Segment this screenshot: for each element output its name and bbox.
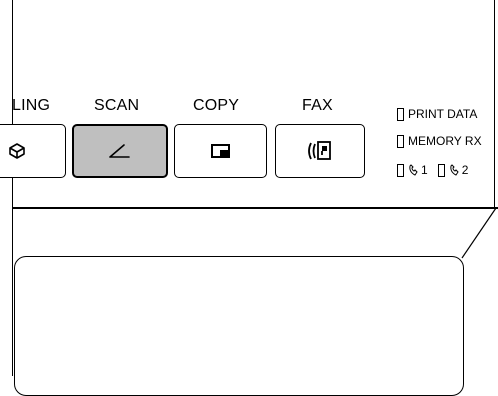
mailbox-icon [9, 143, 25, 159]
phone-handset-icon [409, 164, 418, 176]
panel-right-edge [494, 0, 496, 208]
print-data-lamp [397, 107, 404, 121]
line-1-lamp [397, 163, 404, 177]
memory-rx-label: MEMORY RX [408, 134, 482, 148]
line-2-lamp [437, 163, 445, 177]
memory-rx-lamp [397, 134, 404, 148]
status-print-data: PRINT DATA [397, 107, 477, 121]
mailbox-button[interactable] [0, 124, 66, 178]
panel-top-border [12, 0, 13, 376]
copy-icon [210, 144, 230, 158]
fax-button[interactable] [275, 124, 365, 178]
phone-handset-icon [450, 164, 459, 176]
panel-divider [12, 207, 498, 209]
scan-button[interactable] [72, 124, 168, 178]
line-2-indicator: 2 [437, 163, 469, 177]
line-1-indicator: 1 [397, 163, 428, 177]
line-2-label: 2 [461, 163, 469, 177]
lcd-display[interactable] [14, 256, 464, 396]
mode-label-copy: COPY [193, 97, 240, 114]
mode-label-fax: FAX [302, 97, 333, 114]
scan-icon [109, 144, 130, 158]
control-panel: LING SCAN COPY FAX PRINT DATA MEMORY RX … [0, 0, 498, 396]
line-1-label: 1 [421, 163, 428, 177]
copy-button[interactable] [174, 124, 267, 178]
status-memory-rx: MEMORY RX [397, 134, 482, 148]
print-data-label: PRINT DATA [408, 107, 478, 121]
fax-icon [308, 141, 331, 160]
mode-label-mailbox: LING [12, 97, 51, 114]
mode-label-scan: SCAN [94, 97, 140, 114]
status-lines: 1 2 [397, 163, 478, 177]
